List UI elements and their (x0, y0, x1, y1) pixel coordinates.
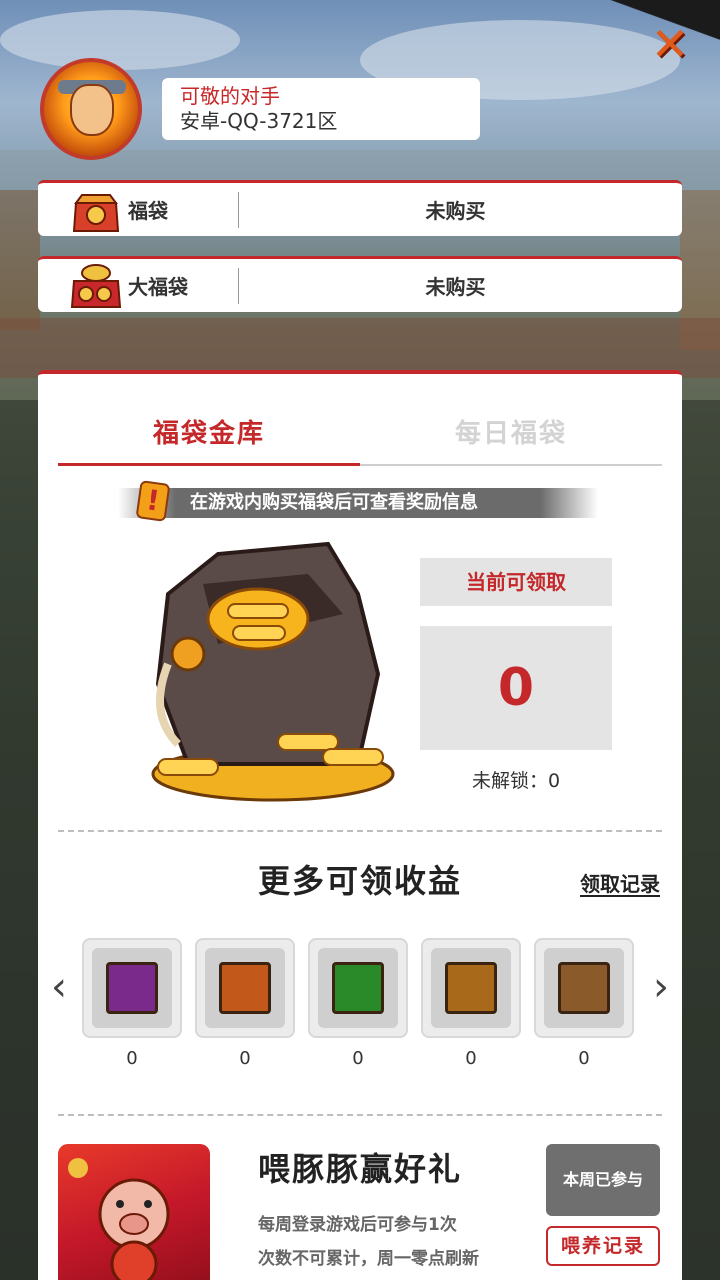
claimable-label: 当前可领取 (420, 558, 612, 606)
reward-slot[interactable] (195, 938, 295, 1038)
vault-panel: 福袋金库 每日福袋 ! 在游戏内购买福袋后可查看奖励信息 当前可领取 0 未解锁… (38, 370, 682, 1280)
pig-event-desc: 次数不可累计，周一零点刷新 (258, 1249, 479, 1269)
big-lucky-bag-status: 未购买 (425, 275, 486, 299)
pig-event-title: 喂豚豚赢好礼 (258, 1150, 463, 1188)
reward-count: 0 (352, 1048, 364, 1069)
reward-count: 0 (578, 1048, 590, 1069)
participated-button[interactable]: 本周已参与 (546, 1144, 660, 1216)
reward-count: 0 (126, 1048, 138, 1069)
pig-event-desc: 每周登录游戏后可参与1次 (258, 1215, 457, 1235)
divider (58, 830, 662, 832)
reward-slot[interactable] (308, 938, 408, 1038)
character-face-icon (70, 84, 114, 136)
profile-card: 可敬的对手 安卓-QQ-3721区 (162, 78, 480, 140)
big-lucky-bag-icon (68, 261, 124, 311)
pig-event-image (58, 1144, 210, 1280)
next-arrow-icon[interactable]: › (646, 962, 676, 1012)
purchase-notice: ! 在游戏内购买福袋后可查看奖励信息 (118, 480, 598, 522)
lucky-bag-icon (68, 185, 124, 235)
gold-coin-bag-icon (151, 541, 395, 802)
reward-slot[interactable] (534, 938, 634, 1038)
feed-record-button[interactable]: 喂养记录 (546, 1226, 660, 1266)
lucky-bag-row[interactable]: 福袋 未购买 (38, 180, 682, 236)
divider (58, 1114, 662, 1116)
lucky-bag-status: 未购买 (425, 199, 486, 223)
prev-arrow-icon[interactable]: ‹ (44, 962, 74, 1012)
lucky-bag-label: 福袋 (128, 199, 168, 223)
big-lucky-bag-label: 大福袋 (128, 275, 188, 299)
big-lucky-bag-row[interactable]: 大福袋 未购买 (38, 256, 682, 312)
mystery-item-icon (558, 962, 610, 1014)
claimable-value: 0 (420, 626, 612, 750)
locked-amount: 未解锁：0 (471, 770, 561, 792)
close-icon[interactable]: ✕ (640, 21, 700, 67)
claim-record-link[interactable]: 领取记录 (564, 868, 660, 897)
reward-slot[interactable] (421, 938, 521, 1038)
player-name: 可敬的对手 (180, 84, 280, 108)
tab-daily-bag[interactable]: 每日福袋 (360, 404, 662, 464)
taiji-stone-icon (106, 962, 158, 1014)
tab-vault[interactable]: 福袋金库 (58, 404, 360, 466)
more-rewards-title: 更多可领收益 (257, 862, 462, 900)
tab-bar: 福袋金库 每日福袋 (58, 404, 662, 466)
green-frog-icon (332, 962, 384, 1014)
reward-slot[interactable] (82, 938, 182, 1038)
reward-count: 0 (239, 1048, 251, 1069)
ramen-bowl-icon (219, 962, 271, 1014)
avatar (40, 58, 142, 160)
warning-icon: ! (135, 480, 171, 522)
server-name: 安卓-QQ-3721区 (180, 109, 338, 133)
copper-coin-icon (445, 962, 497, 1014)
notice-text: 在游戏内购买福袋后可查看奖励信息 (190, 492, 478, 513)
reward-count: 0 (465, 1048, 477, 1069)
